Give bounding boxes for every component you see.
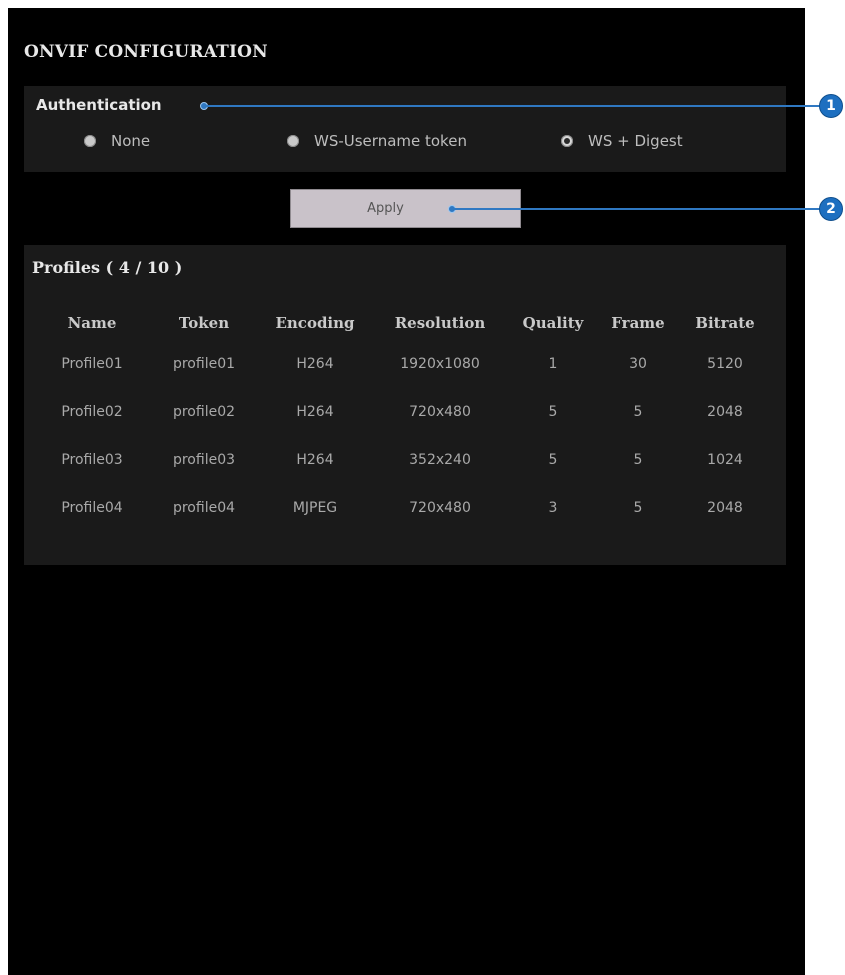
column-header-token: Token [178, 314, 230, 332]
radio-ws-username-token[interactable]: WS-Username token [287, 128, 467, 154]
cell-frame: 30 [629, 356, 647, 372]
cell-token: profile02 [172, 404, 236, 420]
cell-quality: 5 [548, 452, 558, 468]
cell-token: profile04 [172, 500, 236, 516]
table-row: Profile04 profile04 MJPEG 720x480 3 5 20… [36, 484, 770, 532]
cell-encoding: H264 [296, 452, 334, 468]
column-header-resolution: Resolution [394, 314, 486, 332]
callout-2-badge: 2 [819, 197, 843, 221]
callout-2-leader-line [454, 208, 822, 210]
radio-ws-username-token-label: WS-Username token [314, 132, 467, 150]
cell-name: Profile04 [61, 500, 123, 516]
cell-name: Profile02 [61, 404, 123, 420]
callout-1-leader-line [206, 105, 822, 107]
table-row: Profile01 profile01 H264 1920x1080 1 30 … [36, 340, 770, 388]
authentication-title: Authentication [36, 96, 162, 114]
cell-frame: 5 [633, 452, 643, 468]
radio-button-selected-icon[interactable] [561, 135, 573, 147]
cell-bitrate: 5120 [707, 356, 743, 372]
cell-quality: 5 [548, 404, 558, 420]
cell-encoding: H264 [296, 404, 334, 420]
profiles-table: Name Token Encoding Resolution Quality F… [36, 306, 770, 532]
cell-name: Profile01 [61, 356, 123, 372]
column-header-bitrate: Bitrate [695, 314, 755, 332]
cell-resolution: 720x480 [409, 500, 471, 516]
column-header-encoding: Encoding [275, 314, 355, 332]
cell-name: Profile03 [61, 452, 123, 468]
radio-button-icon[interactable] [84, 135, 96, 147]
radio-ws-digest-label: WS + Digest [588, 132, 683, 150]
profiles-title: Profiles ( 4 / 10 ) [32, 258, 183, 277]
table-header-row: Name Token Encoding Resolution Quality F… [36, 306, 770, 340]
column-header-name: Name [67, 314, 117, 332]
cell-frame: 5 [633, 404, 643, 420]
cell-resolution: 352x240 [409, 452, 471, 468]
cell-frame: 5 [633, 500, 643, 516]
cell-bitrate: 2048 [707, 500, 743, 516]
cell-resolution: 1920x1080 [400, 356, 480, 372]
cell-encoding: H264 [296, 356, 334, 372]
radio-ws-digest[interactable]: WS + Digest [561, 128, 683, 154]
cell-token: profile01 [172, 356, 236, 372]
table-row: Profile02 profile02 H264 720x480 5 5 204… [36, 388, 770, 436]
cell-quality: 1 [548, 356, 558, 372]
cell-bitrate: 2048 [707, 404, 743, 420]
column-header-quality: Quality [522, 314, 584, 332]
table-row: Profile03 profile03 H264 352x240 5 5 102… [36, 436, 770, 484]
page-title: ONVIF CONFIGURATION [24, 42, 268, 62]
radio-button-icon[interactable] [287, 135, 299, 147]
cell-bitrate: 1024 [707, 452, 743, 468]
cell-token: profile03 [172, 452, 236, 468]
cell-quality: 3 [548, 500, 558, 516]
radio-none-label: None [111, 132, 151, 150]
cell-encoding: MJPEG [292, 500, 338, 516]
column-header-frame: Frame [611, 314, 665, 332]
cell-resolution: 720x480 [409, 404, 471, 420]
radio-none[interactable]: None [84, 128, 150, 154]
callout-1-badge: 1 [819, 94, 843, 118]
